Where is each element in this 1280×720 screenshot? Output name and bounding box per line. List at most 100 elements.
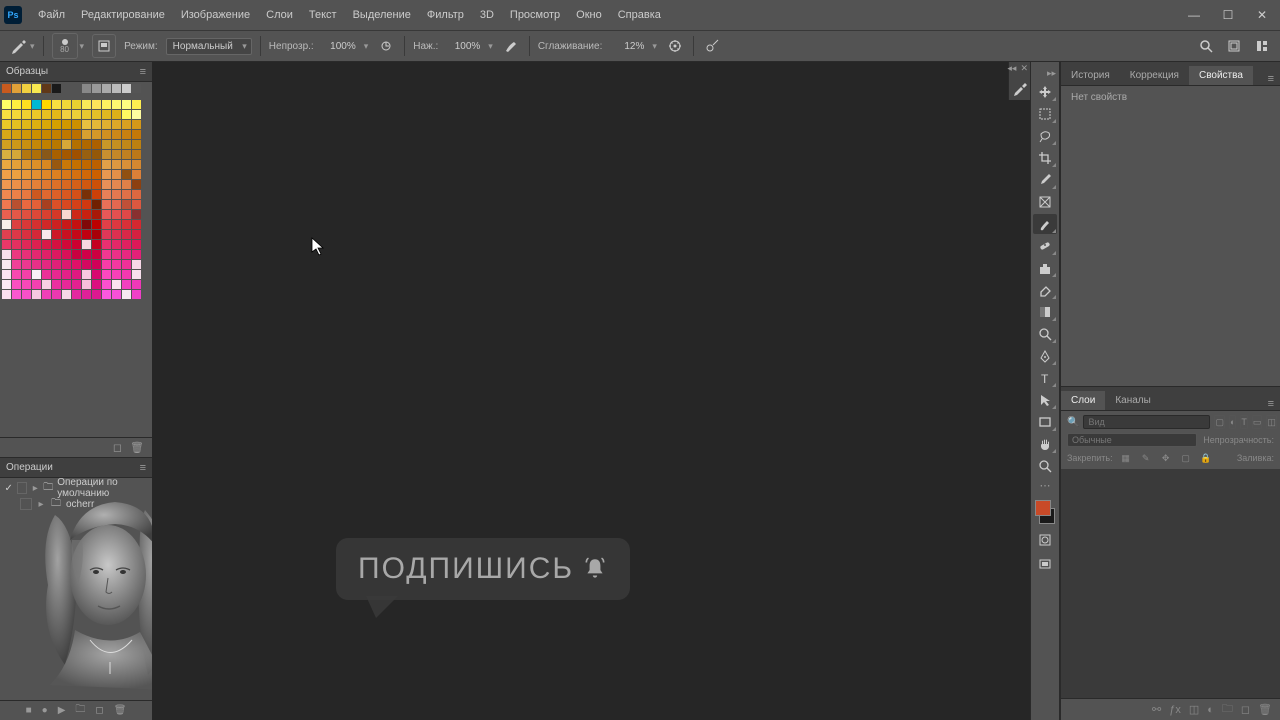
- play-icon[interactable]: ▶: [58, 705, 66, 716]
- swatch[interactable]: [132, 290, 141, 299]
- swatch[interactable]: [2, 280, 11, 289]
- shape-tool[interactable]: [1033, 412, 1057, 432]
- swatch[interactable]: [12, 280, 21, 289]
- swatch[interactable]: [112, 200, 121, 209]
- swatch[interactable]: [22, 190, 31, 199]
- swatch[interactable]: [32, 210, 41, 219]
- tab-history[interactable]: История: [1061, 66, 1120, 85]
- swatch[interactable]: [112, 260, 121, 269]
- pressure-size-icon[interactable]: [702, 36, 722, 56]
- swatch[interactable]: [82, 200, 91, 209]
- brush-preview[interactable]: 80: [52, 33, 78, 59]
- swatch[interactable]: [92, 250, 101, 259]
- swatch[interactable]: [112, 250, 121, 259]
- swatch[interactable]: [2, 250, 11, 259]
- swatch[interactable]: [92, 260, 101, 269]
- swatch[interactable]: [132, 110, 141, 119]
- swatch[interactable]: [82, 130, 91, 139]
- swatch[interactable]: [122, 220, 131, 229]
- swatch[interactable]: [62, 200, 71, 209]
- swatch[interactable]: [92, 270, 101, 279]
- swatch[interactable]: [52, 120, 61, 129]
- swatch[interactable]: [62, 270, 71, 279]
- swatch[interactable]: [72, 220, 81, 229]
- swatch[interactable]: [92, 170, 101, 179]
- swatch[interactable]: [52, 230, 61, 239]
- swatch[interactable]: [102, 240, 111, 249]
- swatch[interactable]: [102, 270, 111, 279]
- swatch[interactable]: [32, 130, 41, 139]
- brush-panel-toggle[interactable]: [92, 34, 116, 58]
- swatch[interactable]: [42, 160, 51, 169]
- swatch[interactable]: [92, 180, 101, 189]
- swatch[interactable]: [52, 84, 61, 93]
- record-icon[interactable]: ●: [42, 705, 48, 716]
- edit-toolbar-icon[interactable]: ⋯: [1033, 478, 1057, 492]
- swatch[interactable]: [92, 120, 101, 129]
- lock-paint-icon[interactable]: ✎: [1139, 451, 1153, 465]
- hand-tool[interactable]: [1033, 434, 1057, 454]
- swatch[interactable]: [72, 230, 81, 239]
- swatch[interactable]: [102, 150, 111, 159]
- swatch[interactable]: [52, 160, 61, 169]
- delete-action-icon[interactable]: 🗑: [114, 705, 127, 716]
- eraser-tool[interactable]: [1033, 280, 1057, 300]
- swatch[interactable]: [122, 210, 131, 219]
- swatch[interactable]: [122, 200, 131, 209]
- swatch[interactable]: [42, 130, 51, 139]
- swatch[interactable]: [42, 100, 51, 109]
- swatch[interactable]: [112, 140, 121, 149]
- swatch[interactable]: [122, 250, 131, 259]
- swatch[interactable]: [42, 260, 51, 269]
- swatch[interactable]: [62, 250, 71, 259]
- flow-arrow[interactable]: ▾: [488, 41, 493, 52]
- swatch[interactable]: [82, 150, 91, 159]
- swatch[interactable]: [122, 270, 131, 279]
- swatch[interactable]: [132, 270, 141, 279]
- swatch[interactable]: [112, 210, 121, 219]
- swatch[interactable]: [52, 260, 61, 269]
- swatch[interactable]: [42, 220, 51, 229]
- brush-settings-icon[interactable]: [1009, 76, 1030, 100]
- new-swatch-icon[interactable]: ◻: [113, 441, 122, 454]
- swatch[interactable]: [52, 130, 61, 139]
- swatch[interactable]: [112, 160, 121, 169]
- filter-adjust-icon[interactable]: ◐: [1229, 415, 1236, 429]
- window-close[interactable]: ✕: [1248, 5, 1276, 25]
- smooth-settings-icon[interactable]: [665, 36, 685, 56]
- swatch[interactable]: [82, 290, 91, 299]
- swatch[interactable]: [122, 140, 131, 149]
- swatch[interactable]: [42, 230, 51, 239]
- swatch[interactable]: [52, 140, 61, 149]
- swatch[interactable]: [112, 170, 121, 179]
- swatch[interactable]: [42, 270, 51, 279]
- swatch[interactable]: [112, 270, 121, 279]
- swatch[interactable]: [12, 84, 21, 93]
- smooth-arrow[interactable]: ▾: [652, 41, 657, 52]
- swatch[interactable]: [72, 180, 81, 189]
- swatch[interactable]: [112, 230, 121, 239]
- swatch[interactable]: [52, 190, 61, 199]
- dodge-tool[interactable]: [1033, 324, 1057, 344]
- window-minimize[interactable]: —: [1180, 5, 1208, 25]
- new-group-icon[interactable]: 🗀: [1222, 700, 1233, 719]
- swatch[interactable]: [52, 290, 61, 299]
- swatch[interactable]: [32, 230, 41, 239]
- swatch[interactable]: [22, 150, 31, 159]
- pressure-opacity-icon[interactable]: [376, 36, 396, 56]
- swatch[interactable]: [22, 160, 31, 169]
- layer-filter-kind-icon[interactable]: 🔍: [1067, 417, 1079, 428]
- swatch[interactable]: [2, 140, 11, 149]
- swatch[interactable]: [82, 230, 91, 239]
- swatch[interactable]: [52, 150, 61, 159]
- swatch[interactable]: [32, 220, 41, 229]
- swatch[interactable]: [102, 220, 111, 229]
- swatch[interactable]: [102, 84, 111, 93]
- swatch[interactable]: [92, 220, 101, 229]
- lock-trans-icon[interactable]: ▦: [1119, 451, 1133, 465]
- swatch[interactable]: [32, 84, 41, 93]
- swatch[interactable]: [112, 150, 121, 159]
- swatch[interactable]: [122, 100, 131, 109]
- filter-type-icon[interactable]: T: [1240, 415, 1248, 429]
- swatch[interactable]: [12, 180, 21, 189]
